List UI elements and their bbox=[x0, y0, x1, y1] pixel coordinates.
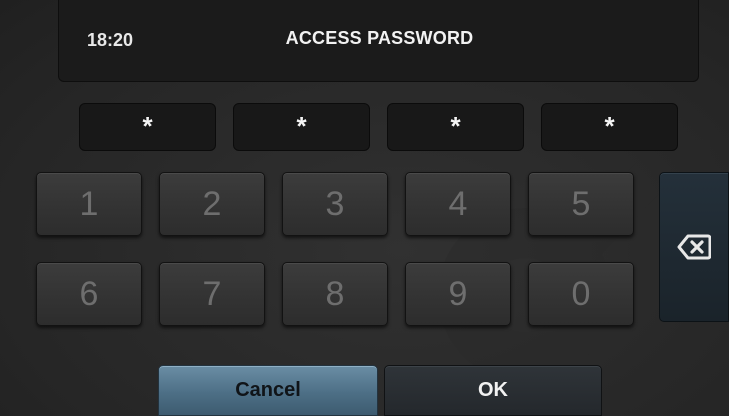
cancel-button[interactable]: Cancel bbox=[158, 365, 378, 416]
backspace-icon bbox=[677, 234, 711, 260]
key-4[interactable]: 4 bbox=[405, 172, 511, 236]
key-0[interactable]: 0 bbox=[528, 262, 634, 326]
key-3[interactable]: 3 bbox=[282, 172, 388, 236]
backspace-button[interactable] bbox=[659, 172, 729, 322]
pin-digit-4: * bbox=[541, 103, 678, 151]
pin-digit-2: * bbox=[233, 103, 370, 151]
key-8[interactable]: 8 bbox=[282, 262, 388, 326]
pin-digit-3: * bbox=[387, 103, 524, 151]
key-5[interactable]: 5 bbox=[528, 172, 634, 236]
key-7[interactable]: 7 bbox=[159, 262, 265, 326]
password-screen: 18:20 ACCESS PASSWORD * * * * 1 2 3 4 5 … bbox=[0, 0, 729, 416]
header-bar: 18:20 ACCESS PASSWORD bbox=[58, 0, 699, 82]
page-title: ACCESS PASSWORD bbox=[285, 28, 474, 48]
ok-button[interactable]: OK bbox=[384, 365, 602, 416]
key-9[interactable]: 9 bbox=[405, 262, 511, 326]
pin-digit-1: * bbox=[79, 103, 216, 151]
key-6[interactable]: 6 bbox=[36, 262, 142, 326]
key-2[interactable]: 2 bbox=[159, 172, 265, 236]
key-1[interactable]: 1 bbox=[36, 172, 142, 236]
